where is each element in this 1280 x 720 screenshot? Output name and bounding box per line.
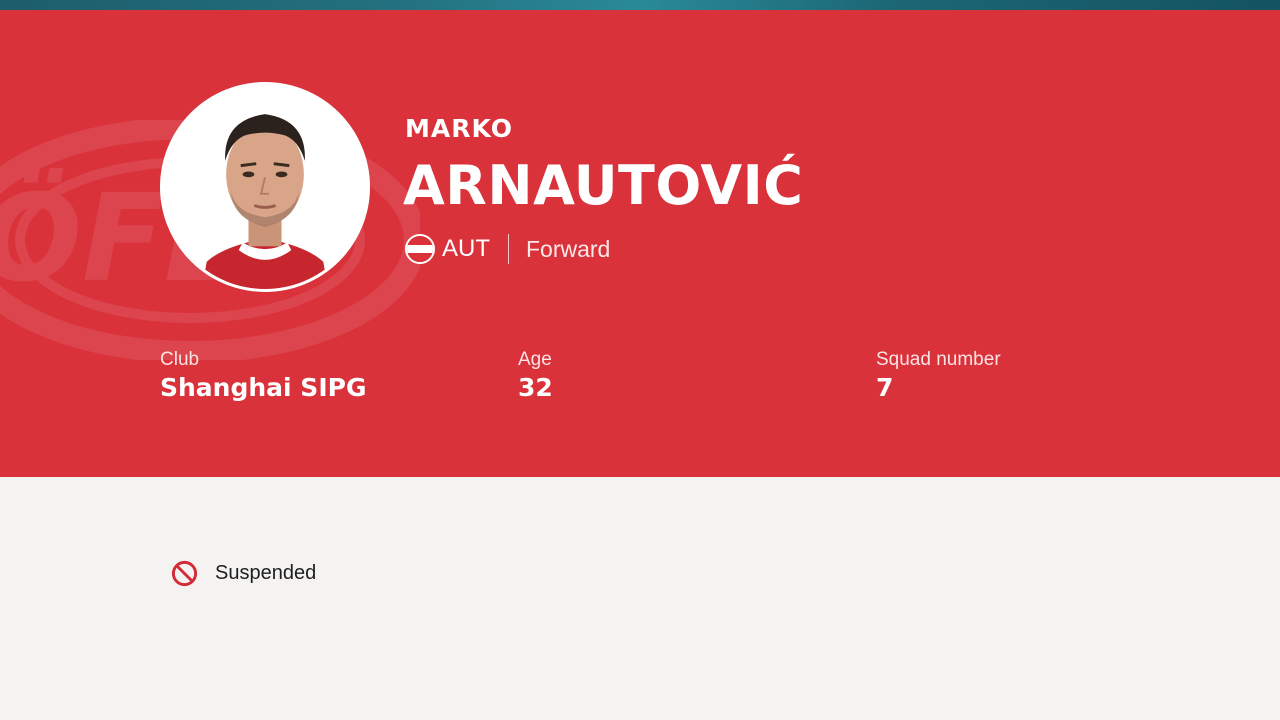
stat-squad-number: Squad number 7 xyxy=(876,348,1001,404)
stat-club-label: Club xyxy=(160,349,200,370)
top-accent-strip xyxy=(0,0,1280,10)
stat-squad-number-value: 7 xyxy=(876,373,894,402)
prohibited-icon xyxy=(171,560,198,587)
stat-age: Age 32 xyxy=(518,348,553,404)
stat-club: Club Shanghai SIPG xyxy=(160,348,366,404)
stat-squad-number-label: Squad number xyxy=(876,349,1001,370)
player-meta: AUT Forward xyxy=(405,234,610,264)
player-position: Forward xyxy=(526,235,611,262)
stat-age-value: 32 xyxy=(518,373,553,402)
player-first-name: MARKO xyxy=(405,114,513,143)
stat-club-value: Shanghai SIPG xyxy=(160,373,367,402)
nation-code: AUT xyxy=(442,235,490,262)
player-status: Suspended xyxy=(170,559,316,588)
stat-age-label: Age xyxy=(518,349,552,370)
status-text: Suspended xyxy=(215,562,317,584)
player-hero-banner: ÖFB MARKO ARNAUTOVIĆ AUT Forward Club Sh… xyxy=(0,10,1280,477)
meta-divider xyxy=(508,234,509,264)
player-last-name: ARNAUTOVIĆ xyxy=(403,154,804,217)
player-photo xyxy=(160,82,370,292)
austria-flag-icon xyxy=(405,234,435,264)
